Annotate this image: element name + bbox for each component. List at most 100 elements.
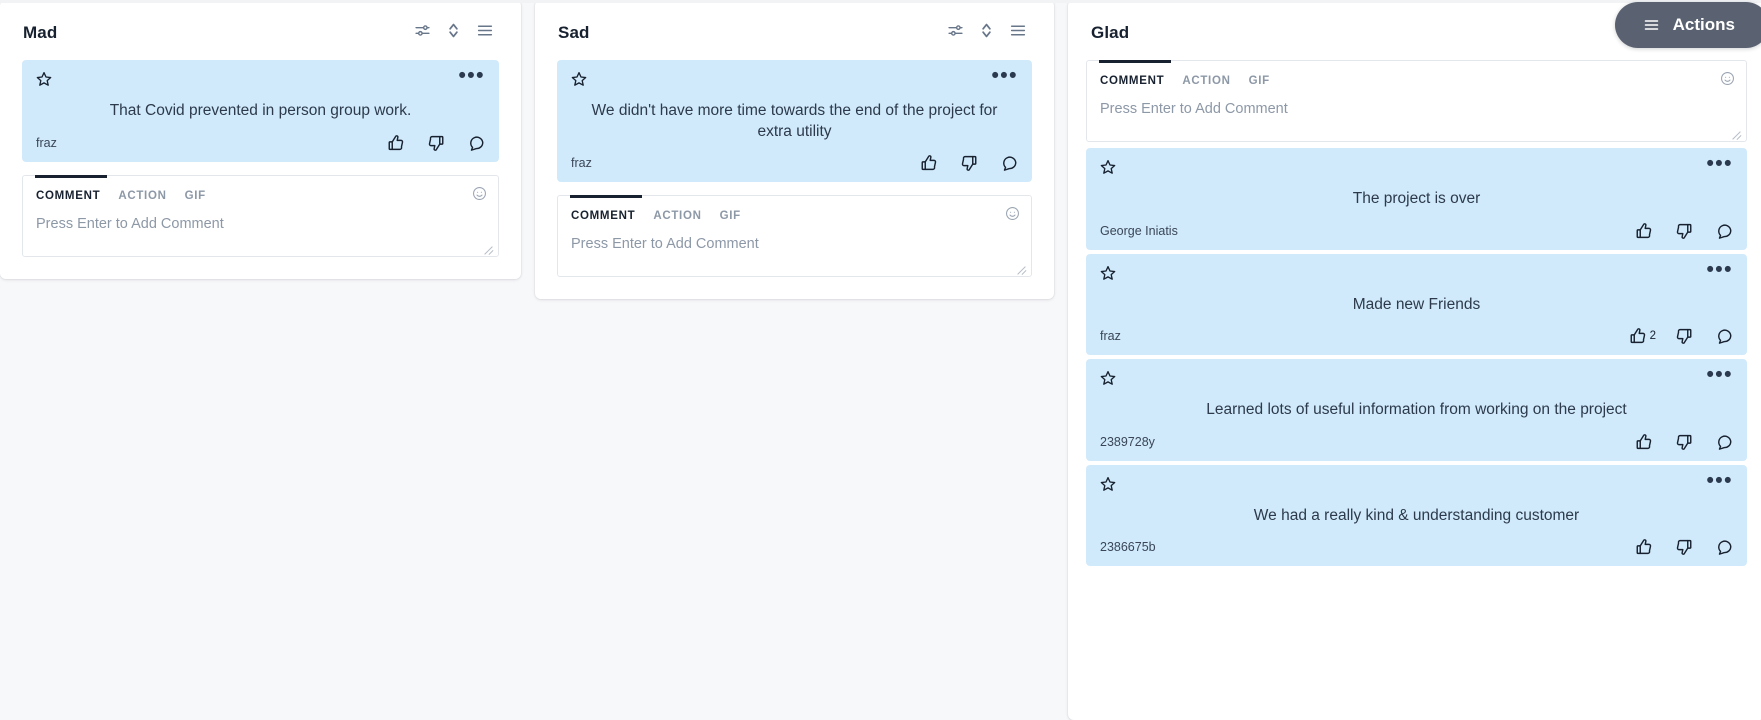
column-header-icons-sad xyxy=(947,22,1027,44)
star-icon[interactable] xyxy=(1100,476,1116,497)
thumbs-down-icon[interactable] xyxy=(960,154,981,172)
more-options-icon[interactable]: ••• xyxy=(991,65,1018,86)
sliders-icon[interactable] xyxy=(947,22,964,44)
composer-tabs: COMMENT ACTION GIF xyxy=(558,196,1031,222)
card-author: fraz xyxy=(571,156,592,171)
comment-bubble-icon[interactable] xyxy=(1715,433,1733,451)
card-text: Learned lots of useful information from … xyxy=(1206,401,1627,419)
card[interactable]: ••• Learned lots of useful information f… xyxy=(1086,359,1747,461)
comment-input[interactable]: Press Enter to Add Comment xyxy=(23,202,498,256)
composer-tab-action[interactable]: ACTION xyxy=(1182,75,1230,87)
column-title-mad: Mad xyxy=(23,23,58,42)
column-header-mad: Mad xyxy=(0,0,521,60)
card-footer: fraz xyxy=(36,134,485,152)
column-title-glad: Glad xyxy=(1091,23,1130,42)
card[interactable]: ••• That Covid prevented in person group… xyxy=(22,60,499,162)
card-footer: fraz xyxy=(571,154,1018,172)
column-title-sad: Sad xyxy=(558,23,590,42)
card-text: That Covid prevented in person group wor… xyxy=(109,102,412,119)
comment-bubble-icon[interactable] xyxy=(1715,327,1733,345)
card-author: 2386675b xyxy=(1100,540,1156,555)
composer-tab-gif[interactable]: GIF xyxy=(1249,75,1270,87)
sliders-icon[interactable] xyxy=(414,22,431,44)
like-count: 2 xyxy=(1649,330,1656,343)
composer-tab-action[interactable]: ACTION xyxy=(653,210,701,222)
star-icon[interactable] xyxy=(571,71,587,92)
thumbs-up-icon[interactable]: 2 xyxy=(1629,327,1656,345)
actions-button[interactable]: Actions xyxy=(1614,2,1761,48)
column-body-glad: COMMENT ACTION GIF Press Enter to Add Co… xyxy=(1068,60,1761,570)
comment-composer[interactable]: COMMENT ACTION GIF Press Enter to Add Co… xyxy=(1086,60,1747,142)
card-footer: 2386675b xyxy=(1100,538,1733,556)
comment-composer[interactable]: COMMENT ACTION GIF Press Enter to Add Co… xyxy=(557,195,1032,278)
more-options-icon[interactable]: ••• xyxy=(1706,259,1733,280)
comment-input[interactable]: Press Enter to Add Comment xyxy=(1087,87,1746,141)
card[interactable]: ••• We had a really kind & understanding… xyxy=(1086,464,1747,567)
top-strip xyxy=(0,0,1761,3)
card-text: We didn't have more time towards the end… xyxy=(591,102,998,140)
smiley-icon[interactable] xyxy=(1720,71,1735,91)
card-actions xyxy=(1635,222,1733,240)
composer-tab-action[interactable]: ACTION xyxy=(118,190,166,202)
comment-bubble-icon[interactable] xyxy=(1715,538,1733,556)
composer-tabs: COMMENT ACTION GIF xyxy=(1087,61,1746,87)
composer-tab-gif[interactable]: GIF xyxy=(720,210,741,222)
star-icon[interactable] xyxy=(1100,370,1116,391)
column-body-mad: ••• That Covid prevented in person group… xyxy=(0,60,521,279)
thumbs-up-icon[interactable] xyxy=(1635,538,1656,556)
thumbs-up-icon[interactable] xyxy=(387,134,408,152)
actions-button-label: Actions xyxy=(1672,15,1735,34)
comment-bubble-icon[interactable] xyxy=(1000,154,1018,172)
composer-tab-comment[interactable]: COMMENT xyxy=(571,210,635,222)
composer-tab-comment[interactable]: COMMENT xyxy=(36,190,100,202)
star-icon[interactable] xyxy=(36,71,52,92)
more-options-icon[interactable]: ••• xyxy=(1706,470,1733,491)
star-icon[interactable] xyxy=(1100,159,1116,180)
comment-composer[interactable]: COMMENT ACTION GIF Press Enter to Add Co… xyxy=(22,174,499,257)
more-options-icon[interactable]: ••• xyxy=(1706,364,1733,385)
card-top: ••• xyxy=(1100,259,1733,286)
hamburger-icon[interactable] xyxy=(476,22,494,44)
card-text: The project is over xyxy=(1352,190,1481,207)
thumbs-down-icon[interactable] xyxy=(1675,222,1696,240)
column-glad: Glad COMMENT ACTION GIF Press Enter to A… xyxy=(1068,0,1761,720)
thumbs-down-icon[interactable] xyxy=(1675,433,1696,451)
card-actions xyxy=(1635,538,1733,556)
smiley-icon[interactable] xyxy=(1005,206,1020,226)
card[interactable]: ••• The project is over George Iniatis xyxy=(1086,148,1747,250)
comment-input[interactable]: Press Enter to Add Comment xyxy=(558,222,1031,276)
resize-handle[interactable] xyxy=(483,242,494,253)
card-footer: 2389728y xyxy=(1100,433,1733,451)
more-options-icon[interactable]: ••• xyxy=(458,65,485,86)
comment-bubble-icon[interactable] xyxy=(467,134,485,152)
composer-tab-gif[interactable]: GIF xyxy=(185,190,206,202)
thumbs-down-icon[interactable] xyxy=(427,134,448,152)
column-mad: Mad ••• That Covid prevented in person g… xyxy=(0,0,521,279)
thumbs-up-icon[interactable] xyxy=(920,154,941,172)
column-header-sad: Sad xyxy=(535,0,1054,60)
resize-handle[interactable] xyxy=(1731,127,1742,138)
star-icon[interactable] xyxy=(1100,265,1116,286)
comment-bubble-icon[interactable] xyxy=(1715,222,1733,240)
card-top: ••• xyxy=(1100,470,1733,497)
card-top: ••• xyxy=(1100,153,1733,180)
card-top: ••• xyxy=(1100,364,1733,391)
card[interactable]: ••• We didn't have more time towards the… xyxy=(557,60,1032,183)
column-body-sad: ••• We didn't have more time towards the… xyxy=(535,60,1054,299)
thumbs-up-icon[interactable] xyxy=(1635,222,1656,240)
resize-handle[interactable] xyxy=(1016,262,1027,273)
composer-tab-comment[interactable]: COMMENT xyxy=(1100,75,1164,87)
thumbs-down-icon[interactable] xyxy=(1675,538,1696,556)
thumbs-down-icon[interactable] xyxy=(1675,327,1696,345)
chevron-up-down-icon[interactable] xyxy=(980,22,993,44)
card[interactable]: ••• Made new Friends fraz 2 xyxy=(1086,253,1747,356)
card-footer: George Iniatis xyxy=(1100,222,1733,240)
hamburger-icon[interactable] xyxy=(1009,22,1027,44)
chevron-up-down-icon[interactable] xyxy=(447,22,460,44)
card-author: George Iniatis xyxy=(1100,223,1178,238)
card-footer: fraz 2 xyxy=(1100,327,1733,345)
smiley-icon[interactable] xyxy=(472,186,487,206)
thumbs-up-icon[interactable] xyxy=(1635,433,1656,451)
hamburger-icon xyxy=(1641,17,1662,33)
more-options-icon[interactable]: ••• xyxy=(1706,153,1733,174)
